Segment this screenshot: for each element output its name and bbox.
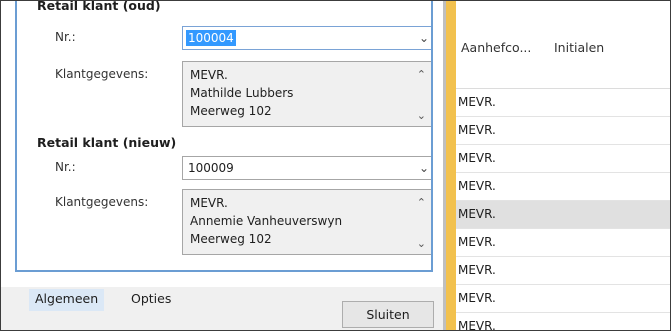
table-row[interactable]: MEVR. [456, 229, 670, 257]
scroll-up-icon[interactable]: ⌃ [417, 196, 426, 209]
old-customer-title: Retail klant (oud) [37, 0, 161, 13]
details-line: Meerweg 102 [190, 104, 272, 118]
table-row[interactable]: MEVR. [456, 145, 670, 173]
table-row[interactable]: MEVR. [456, 117, 670, 145]
table-row[interactable]: MEVR. [456, 313, 670, 331]
old-customer-nr-select[interactable]: 100004 ⌄ [182, 26, 431, 50]
table-row[interactable]: MEVR. [456, 89, 670, 117]
table-row[interactable]: MEVR. [456, 173, 670, 201]
scroll-down-icon[interactable]: ⌄ [417, 237, 426, 250]
table-row[interactable]: MEVR. [456, 285, 670, 313]
customer-grid: Aanhefco... Initialen MEVR. MEVR. MEVR. … [456, 1, 670, 331]
grid-header: Aanhefco... Initialen [456, 1, 670, 89]
scroll-down-icon[interactable]: ⌄ [417, 109, 426, 122]
column-header-initialen[interactable]: Initialen [554, 40, 604, 55]
new-customer-details-label: Klantgegevens: [55, 195, 149, 209]
app-window: Retail klant (oud) Nr.: 100004 ⌄ Klantge… [0, 0, 671, 331]
table-cell: MEVR. [458, 291, 496, 305]
old-customer-nr-value: 100004 [186, 30, 236, 46]
scroll-up-icon[interactable]: ⌃ [417, 68, 426, 81]
old-customer-nr-label: Nr.: [55, 30, 76, 44]
new-customer-nr-select[interactable]: 100009 ⌄ [182, 156, 431, 180]
merge-customer-dialog: Retail klant (oud) Nr.: 100004 ⌄ Klantge… [1, 0, 443, 330]
chevron-down-icon[interactable]: ⌄ [419, 29, 429, 47]
old-customer-details-field[interactable]: MEVR. Mathilde Lubbers Meerweg 102 ⌃ ⌄ [182, 61, 431, 127]
new-customer-nr-value: 100009 [188, 161, 234, 175]
accent-strip [446, 1, 456, 330]
details-line: MEVR. [190, 196, 228, 210]
table-row[interactable]: MEVR. [456, 257, 670, 285]
new-customer-title: Retail klant (nieuw) [37, 135, 177, 150]
column-header-aanhefcode[interactable]: Aanhefco... [461, 40, 531, 55]
table-cell: MEVR. [458, 151, 496, 165]
old-customer-details-label: Klantgegevens: [55, 67, 149, 81]
details-line: MEVR. [190, 68, 228, 82]
table-cell: MEVR. [458, 123, 496, 137]
table-cell: MEVR. [458, 235, 496, 249]
table-cell: MEVR. [458, 263, 496, 277]
close-button[interactable]: Sluiten [342, 301, 434, 328]
details-line: Mathilde Lubbers [190, 86, 294, 100]
table-cell: MEVR. [458, 319, 496, 331]
new-customer-nr-label: Nr.: [55, 160, 76, 174]
table-cell: MEVR. [458, 207, 496, 221]
customer-fields-panel: Retail klant (oud) Nr.: 100004 ⌄ Klantge… [15, 0, 433, 272]
tab-algemeen[interactable]: Algemeen [29, 289, 105, 311]
new-customer-details-field[interactable]: MEVR. Annemie Vanheuverswyn Meerweg 102 … [182, 189, 431, 255]
chevron-down-icon[interactable]: ⌄ [419, 159, 429, 177]
tab-opties[interactable]: Opties [125, 289, 177, 311]
table-cell: MEVR. [458, 95, 496, 109]
table-cell: MEVR. [458, 179, 496, 193]
table-row-selected[interactable]: MEVR. [456, 201, 670, 229]
details-line: Annemie Vanheuverswyn [190, 214, 343, 228]
details-line: Meerweg 102 [190, 232, 272, 246]
